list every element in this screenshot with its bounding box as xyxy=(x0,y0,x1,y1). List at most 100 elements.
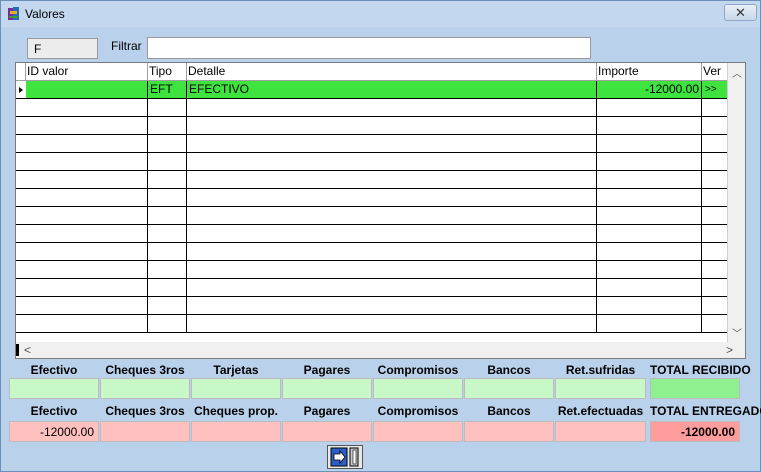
code-field[interactable]: F xyxy=(27,38,98,59)
column-header-importe[interactable]: Importe xyxy=(597,63,702,81)
table-row[interactable] xyxy=(16,279,728,297)
table-cell[interactable] xyxy=(26,153,148,170)
table-row[interactable] xyxy=(16,225,728,243)
ver-button[interactable]: >> xyxy=(702,81,728,98)
table-cell[interactable] xyxy=(148,243,187,260)
table-cell[interactable] xyxy=(597,243,702,260)
table-row[interactable] xyxy=(16,171,728,189)
table-cell[interactable] xyxy=(148,171,187,188)
table-row[interactable] xyxy=(16,207,728,225)
table-cell[interactable] xyxy=(26,135,148,152)
close-button[interactable]: ✕ xyxy=(724,4,757,21)
values-grid[interactable]: ID valor Tipo Detalle Importe Ver EFT EF… xyxy=(15,62,746,359)
table-cell[interactable] xyxy=(702,135,728,152)
cell-tipo[interactable]: EFT xyxy=(148,81,187,98)
table-row[interactable] xyxy=(16,261,728,279)
scroll-right-icon[interactable]: > xyxy=(726,343,733,357)
column-header-detalle[interactable]: Detalle xyxy=(187,63,597,81)
table-cell[interactable] xyxy=(148,225,187,242)
column-header-tipo[interactable]: Tipo xyxy=(148,63,187,81)
column-header-ver[interactable]: Ver xyxy=(702,63,728,81)
table-cell[interactable] xyxy=(187,315,597,332)
table-row[interactable] xyxy=(16,297,728,315)
table-cell[interactable] xyxy=(702,207,728,224)
table-cell[interactable] xyxy=(148,207,187,224)
table-row[interactable] xyxy=(16,153,728,171)
table-cell[interactable] xyxy=(26,315,148,332)
vertical-scrollbar[interactable]: ︿ ﹀ xyxy=(727,63,745,342)
table-cell[interactable] xyxy=(148,261,187,278)
table-cell[interactable] xyxy=(148,99,187,116)
cell-importe[interactable]: -12000.00 xyxy=(597,81,702,98)
table-cell[interactable] xyxy=(187,135,597,152)
table-cell[interactable] xyxy=(702,243,728,260)
table-cell[interactable] xyxy=(26,171,148,188)
table-cell[interactable] xyxy=(148,189,187,206)
table-cell[interactable] xyxy=(597,99,702,116)
table-cell[interactable] xyxy=(187,261,597,278)
scroll-left-icon[interactable]: < xyxy=(24,343,31,357)
table-cell[interactable] xyxy=(26,117,148,134)
table-cell[interactable] xyxy=(597,153,702,170)
table-cell[interactable] xyxy=(702,117,728,134)
table-cell[interactable] xyxy=(597,297,702,314)
table-cell[interactable] xyxy=(187,225,597,242)
table-cell[interactable] xyxy=(26,99,148,116)
table-cell[interactable] xyxy=(148,315,187,332)
table-row[interactable] xyxy=(16,135,728,153)
table-cell[interactable] xyxy=(702,225,728,242)
table-cell[interactable] xyxy=(597,261,702,278)
table-cell[interactable] xyxy=(597,279,702,296)
scroll-up-icon[interactable]: ︿ xyxy=(732,65,742,80)
table-cell[interactable] xyxy=(187,297,597,314)
table-cell[interactable] xyxy=(702,153,728,170)
filter-input[interactable] xyxy=(147,37,591,59)
table-cell[interactable] xyxy=(702,279,728,296)
table-cell[interactable] xyxy=(26,279,148,296)
table-cell[interactable] xyxy=(26,189,148,206)
table-row[interactable] xyxy=(16,117,728,135)
table-cell[interactable] xyxy=(187,189,597,206)
table-cell[interactable] xyxy=(148,117,187,134)
table-cell[interactable] xyxy=(187,117,597,134)
table-cell[interactable] xyxy=(26,243,148,260)
table-cell[interactable] xyxy=(702,189,728,206)
table-cell[interactable] xyxy=(148,297,187,314)
table-cell[interactable] xyxy=(187,99,597,116)
horizontal-scrollbar[interactable]: < > xyxy=(16,342,745,358)
table-row[interactable] xyxy=(16,315,728,333)
table-cell[interactable] xyxy=(597,207,702,224)
cell-id-valor[interactable] xyxy=(26,81,148,98)
table-cell[interactable] xyxy=(597,171,702,188)
table-row[interactable] xyxy=(16,243,728,261)
table-cell[interactable] xyxy=(148,279,187,296)
column-header-id-valor[interactable]: ID valor xyxy=(26,63,148,81)
table-cell[interactable] xyxy=(702,99,728,116)
table-cell[interactable] xyxy=(187,153,597,170)
table-cell[interactable] xyxy=(187,207,597,224)
table-cell[interactable] xyxy=(26,225,148,242)
table-cell[interactable] xyxy=(26,207,148,224)
table-cell[interactable] xyxy=(597,315,702,332)
table-cell[interactable] xyxy=(187,243,597,260)
table-cell[interactable] xyxy=(148,135,187,152)
table-cell[interactable] xyxy=(597,135,702,152)
table-row-selected[interactable]: EFT EFECTIVO -12000.00 >> xyxy=(16,81,728,99)
table-cell[interactable] xyxy=(702,171,728,188)
table-cell[interactable] xyxy=(187,171,597,188)
table-cell[interactable] xyxy=(702,261,728,278)
scroll-down-icon[interactable]: ﹀ xyxy=(732,325,742,340)
table-cell[interactable] xyxy=(26,261,148,278)
table-row[interactable] xyxy=(16,99,728,117)
table-cell[interactable] xyxy=(187,279,597,296)
table-cell[interactable] xyxy=(597,189,702,206)
table-cell[interactable] xyxy=(702,297,728,314)
table-cell[interactable] xyxy=(148,153,187,170)
cell-detalle[interactable]: EFECTIVO xyxy=(187,81,597,98)
table-cell[interactable] xyxy=(702,315,728,332)
table-cell[interactable] xyxy=(597,117,702,134)
table-row[interactable] xyxy=(16,189,728,207)
exit-button[interactable] xyxy=(327,445,363,469)
table-cell[interactable] xyxy=(597,225,702,242)
table-cell[interactable] xyxy=(26,297,148,314)
